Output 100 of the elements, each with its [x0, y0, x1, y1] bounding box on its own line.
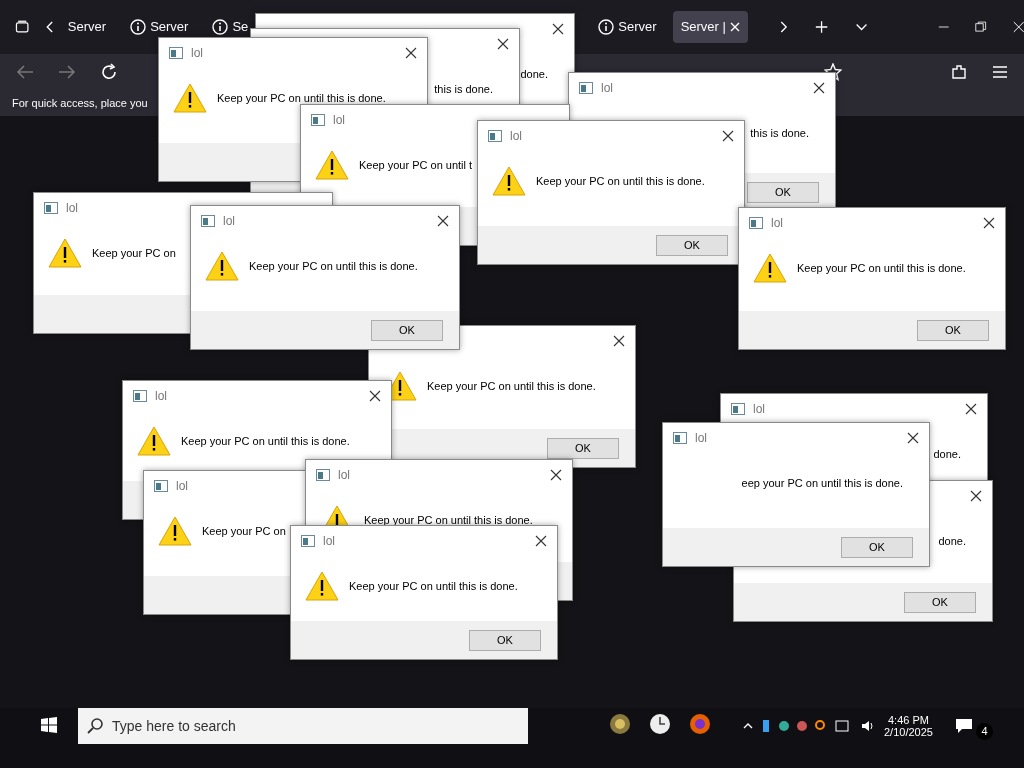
close-icon[interactable]	[550, 469, 562, 481]
close-icon[interactable]	[983, 217, 995, 229]
close-icon[interactable]	[813, 82, 825, 94]
dialog-title: lol	[323, 533, 335, 550]
clock-date: 2/10/2025	[884, 726, 933, 739]
ok-button[interactable]: OK	[547, 437, 619, 459]
forward-arrow-icon[interactable]	[58, 64, 76, 80]
warning-icon	[48, 237, 82, 269]
browser-tab[interactable]: Se	[204, 11, 257, 43]
search-field[interactable]: Type here to search	[78, 708, 528, 744]
plus-icon[interactable]	[815, 19, 829, 35]
dialog-title: lol	[338, 467, 350, 484]
notification-icon[interactable]	[954, 717, 973, 736]
ok-button[interactable]: OK	[747, 181, 819, 203]
app-window-icon	[169, 47, 183, 59]
close-icon[interactable]	[970, 490, 982, 502]
app-window-icon	[579, 82, 593, 94]
dialog-message: done.	[933, 446, 961, 462]
app-window-icon	[488, 130, 502, 142]
close-icon[interactable]	[907, 432, 919, 444]
close-icon[interactable]	[369, 390, 381, 402]
ok-button[interactable]: OK	[841, 536, 913, 558]
ok-button[interactable]: OK	[469, 629, 541, 651]
close-icon[interactable]	[722, 130, 734, 142]
dialog-message: this is done.	[750, 125, 809, 141]
search-placeholder: Type here to search	[112, 716, 236, 736]
close-icon[interactable]	[535, 535, 547, 547]
tray-apps-icon[interactable]	[762, 718, 852, 735]
warning-icon	[137, 425, 171, 457]
dialog-message: Keep your PC on until this is done.	[364, 512, 533, 528]
dialog-title: lol	[191, 45, 203, 62]
dialog-title: lol	[155, 388, 167, 405]
app-window-icon	[749, 217, 763, 229]
globe-app-icon[interactable]	[608, 712, 632, 736]
tab-title: Server	[67, 18, 107, 37]
close-icon[interactable]	[965, 403, 977, 415]
menu-icon[interactable]	[992, 65, 1008, 79]
dialog-message: Keep your PC on until this is done.	[797, 260, 966, 276]
app-window-icon	[44, 202, 58, 214]
app-window-icon	[731, 403, 745, 415]
warning-icon	[753, 252, 787, 284]
app-window-icon	[133, 390, 147, 402]
close-icon[interactable]	[405, 47, 417, 59]
ok-button[interactable]: OK	[917, 319, 989, 341]
close-icon[interactable]	[552, 23, 564, 35]
dialog-message: eep your PC on until this is done.	[741, 475, 903, 491]
app-window-icon	[201, 215, 215, 227]
dialog-title: lol	[771, 215, 783, 232]
browser-tab[interactable]: Server	[590, 11, 665, 43]
app-window-icon	[301, 535, 315, 547]
search-icon	[86, 717, 104, 735]
ok-button[interactable]: OK	[371, 319, 443, 341]
back-arrow-icon[interactable]	[16, 64, 34, 80]
bookmarks-hint: For quick access, place you	[12, 95, 148, 111]
dialog-title: lol	[66, 200, 78, 217]
windows-logo-icon[interactable]	[40, 716, 58, 734]
dialog-message: done.	[938, 533, 966, 549]
info-icon	[130, 19, 147, 35]
clock-time: 4:46 PM	[888, 714, 929, 727]
tab-title: Se	[232, 18, 249, 37]
dialog-message: Keep your PC on until this is done.	[217, 90, 386, 106]
dialog-message: Keep your PC on until this is done.	[349, 578, 518, 594]
warning-icon	[158, 515, 192, 547]
app-window-icon	[154, 480, 168, 492]
dialog-message: this is done.	[434, 81, 493, 97]
browser-tab[interactable]: Server	[59, 11, 115, 43]
dialog-title: lol	[333, 112, 345, 129]
dialog-title: lol	[510, 128, 522, 145]
warning-icon	[315, 149, 349, 181]
warning-icon	[305, 570, 339, 602]
close-icon[interactable]	[497, 38, 509, 50]
warning-icon	[173, 82, 207, 114]
tab-title: Server	[618, 18, 657, 37]
ok-button[interactable]: OK	[656, 234, 728, 256]
app-window-icon	[316, 469, 330, 481]
dialog-message: Keep your PC on until this is done.	[249, 258, 418, 274]
notification-count: 4	[975, 723, 993, 741]
browser-tab[interactable]: Server	[122, 11, 197, 43]
tab-title: Server |	[680, 18, 726, 37]
clock-app-icon[interactable]	[648, 712, 672, 736]
extensions-icon[interactable]	[950, 63, 968, 81]
browser-app-icon[interactable]	[688, 712, 712, 736]
restore-icon[interactable]	[975, 20, 987, 34]
dialog-title: lol	[695, 430, 707, 447]
browser-tab[interactable]: Server |	[672, 11, 748, 43]
chevron-left-icon[interactable]	[44, 19, 56, 35]
info-icon	[212, 19, 229, 35]
dialog-message: Keep your PC on	[202, 523, 286, 539]
info-icon	[598, 19, 615, 35]
app-window-icon	[311, 114, 325, 126]
dialog-message: Keep your PC on	[92, 245, 176, 261]
dialog-title: lol	[753, 401, 765, 418]
ok-button[interactable]: OK	[904, 591, 976, 613]
warning-icon	[492, 165, 526, 197]
reload-icon[interactable]	[100, 63, 118, 81]
tab-title: Server	[150, 18, 189, 37]
dialog-message: Keep your PC on until this is done.	[427, 378, 596, 394]
app-window-icon	[673, 432, 687, 444]
close-icon[interactable]	[437, 215, 449, 227]
close-icon[interactable]	[613, 335, 625, 347]
